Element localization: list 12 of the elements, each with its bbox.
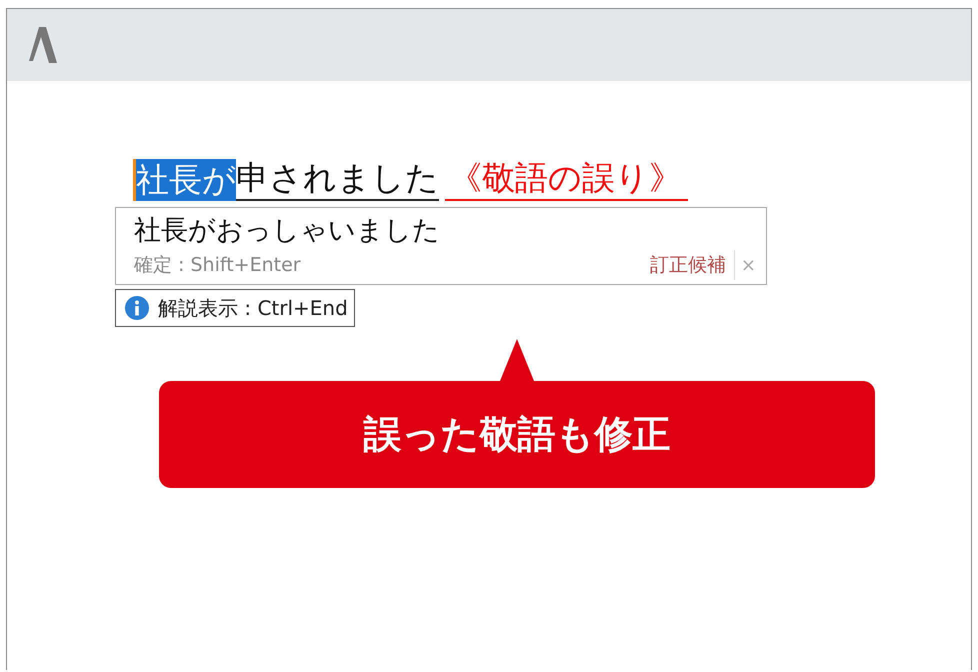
info-icon bbox=[124, 295, 150, 321]
callout-pointer bbox=[500, 339, 534, 381]
explanation-hint-text: 解説表示 : Ctrl+End bbox=[158, 295, 348, 322]
callout-banner: 誤った敬語も修正 bbox=[159, 381, 875, 488]
suggestion-text[interactable]: 社長がおっしゃいました bbox=[134, 212, 756, 250]
error-label: 《敬語の誤り》 bbox=[445, 157, 688, 201]
suggestion-label: 訂正候補 bbox=[650, 250, 735, 280]
explanation-hint[interactable]: 解説表示 : Ctrl+End bbox=[115, 289, 355, 327]
logo-icon bbox=[29, 27, 57, 63]
selected-text: 社長が bbox=[133, 159, 236, 201]
sentence-text: 申されました bbox=[236, 157, 439, 201]
confirm-hint: 確定 : Shift+Enter bbox=[134, 253, 301, 278]
